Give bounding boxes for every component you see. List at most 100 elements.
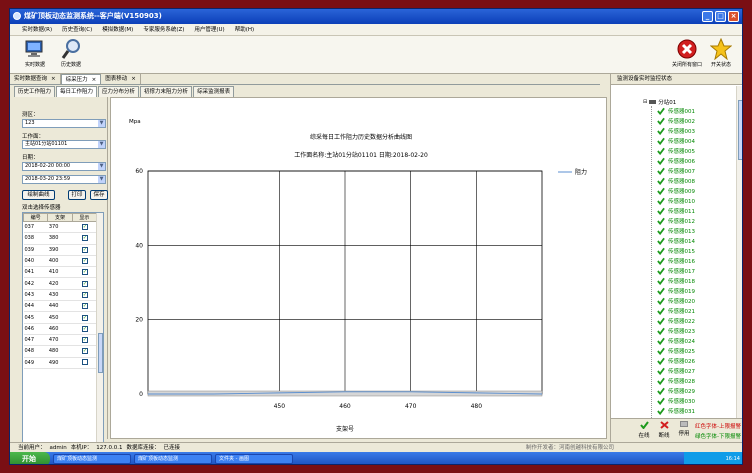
show-checkbox[interactable]: ✓ [81,291,88,298]
show-checkbox[interactable]: ✓ [81,348,88,355]
chevron-down-icon[interactable]: ▼ [98,141,105,148]
tab-close-icon[interactable]: × [131,74,136,84]
tree-item-sensor[interactable]: 传感器015 [657,246,695,256]
start-button[interactable]: 开始 [10,452,50,464]
show-checkbox[interactable]: ✓ [81,303,88,310]
tree-item-sensor[interactable]: 传感器010 [657,196,695,206]
close-all-button[interactable]: 关闭所有窗口 [670,38,704,68]
tree-root-node[interactable]: ⊟ 分站01 [643,98,676,106]
date-end-picker[interactable]: 2018-03-20 23:59 ▼ [22,175,106,184]
chevron-down-icon[interactable]: ▼ [98,120,105,127]
table-row[interactable]: 045 450 ✓ [23,311,97,324]
tree-item-sensor[interactable]: 传感器017 [657,266,695,276]
tree-item-sensor[interactable]: 传感器028 [657,376,695,386]
show-checkbox[interactable]: ✓ [81,337,88,344]
tree-item-sensor[interactable]: 传感器003 [657,126,695,136]
tab-chart-move[interactable]: 图表移动 × [101,74,141,84]
menu-realtime[interactable]: 实时数据(R) [22,24,52,35]
show-checkbox[interactable] [81,358,88,365]
tab-daily-resistance[interactable]: 每日工作阻力 [56,86,98,97]
table-row[interactable]: 037 370 ✓ [23,221,97,234]
tree-item-sensor[interactable]: 传感器011 [657,206,695,216]
table-row[interactable]: 039 390 ✓ [23,244,97,256]
tree-item-sensor[interactable]: 传感器019 [657,286,695,296]
table-scrollbar[interactable] [96,213,103,446]
table-row[interactable]: 046 460 ✓ [23,323,97,335]
cell-show[interactable]: ✓ [72,311,97,324]
maximize-button[interactable]: □ [715,11,726,22]
cell-show[interactable]: ✓ [72,300,97,313]
show-checkbox[interactable]: ✓ [81,224,88,231]
menu-user[interactable]: 用户管理(U) [194,24,224,35]
tree-item-sensor[interactable]: 传感器027 [657,366,695,376]
show-checkbox[interactable]: ✓ [81,235,88,242]
scrollbar-thumb[interactable] [738,100,742,160]
table-row[interactable]: 041 410 ✓ [23,266,97,279]
tab-fully-mechanized-pressure[interactable]: 综采压力 × [60,74,102,84]
tree-item-sensor[interactable]: 传感器023 [657,326,695,336]
save-button[interactable]: 保存 [90,190,108,200]
switch-state-button[interactable]: 开关状态 [704,38,738,68]
tree-item-sensor[interactable]: 传感器021 [657,306,695,316]
cell-show[interactable]: ✓ [72,345,97,358]
scrollbar-thumb[interactable] [98,333,103,373]
show-checkbox[interactable]: ✓ [81,269,88,276]
realtime-data-button[interactable]: 实时数据 [18,38,52,68]
history-data-button[interactable]: 历史数据 [54,38,88,68]
table-row[interactable]: 048 480 ✓ [23,345,97,358]
tree-item-sensor[interactable]: 传感器013 [657,226,695,236]
tab-realtime-query[interactable]: 实时数据查询 × [10,74,61,84]
tab-close-icon[interactable]: × [51,74,56,84]
cell-show[interactable]: ✓ [72,334,97,347]
tree-item-sensor[interactable]: 传感器005 [657,146,695,156]
area-select[interactable]: 123 ▼ [22,119,106,128]
tree-item-sensor[interactable]: 传感器006 [657,156,695,166]
menu-help[interactable]: 帮助(H) [235,24,254,35]
tree-item-sensor[interactable]: 传感器001 [657,106,695,116]
show-checkbox[interactable]: ✓ [81,246,88,253]
tree-scrollbar[interactable] [736,86,742,419]
tree-item-sensor[interactable]: 传感器026 [657,356,695,366]
chevron-down-icon[interactable]: ▼ [98,163,105,170]
taskbar-item[interactable]: 煤矿顶板动态监测 [53,454,131,464]
tree-item-sensor[interactable]: 传感器007 [657,166,695,176]
col-header-id[interactable]: 编号 [23,213,49,222]
tree-item-sensor[interactable]: 传感器020 [657,296,695,306]
face-select[interactable]: 主站01分站01101 ▼ [22,140,106,149]
cell-show[interactable]: ✓ [72,323,97,335]
cell-show[interactable]: ✓ [72,255,97,268]
tree-item-sensor[interactable]: 传感器014 [657,236,695,246]
tab-history-resistance[interactable]: 历史工作阻力 [14,86,56,97]
tree-item-sensor[interactable]: 传感器009 [657,186,695,196]
tree-item-sensor[interactable]: 传感器016 [657,256,695,266]
tree-item-sensor[interactable]: 传感器031 [657,406,695,416]
chevron-down-icon[interactable]: ▼ [98,176,105,183]
tab-setting-force[interactable]: 初撑力末阻力分析 [140,86,193,97]
menu-simulate[interactable]: 模拟数据(M) [102,24,133,35]
table-row[interactable]: 044 440 ✓ [23,300,97,313]
cell-show[interactable]: ✓ [72,221,97,234]
table-row[interactable]: 043 430 ✓ [23,289,97,302]
tree-item-sensor[interactable]: 传感器025 [657,346,695,356]
tree-item-sensor[interactable]: 传感器030 [657,396,695,406]
cell-show[interactable]: ✓ [72,232,97,245]
show-checkbox[interactable]: ✓ [81,325,88,332]
taskbar-item[interactable]: 煤矿顶板动态监测 [134,454,212,464]
show-checkbox[interactable]: ✓ [81,258,88,265]
table-row[interactable]: 038 380 ✓ [23,232,97,245]
table-row[interactable]: 047 470 ✓ [23,334,97,347]
tab-close-icon[interactable]: × [92,75,97,84]
table-row[interactable]: 040 400 ✓ [23,255,97,268]
menu-history[interactable]: 历史查询(C) [62,24,92,35]
cell-show[interactable]: ✓ [72,266,97,279]
close-button[interactable]: × [728,11,739,22]
tree-item-sensor[interactable]: 传感器018 [657,276,695,286]
taskbar-item[interactable]: 文件夹 - 画图 [215,454,293,464]
cell-show[interactable]: ✓ [72,244,97,256]
date-start-picker[interactable]: 2018-02-20 00:00 ▼ [22,162,106,171]
col-header-support[interactable]: 支架 [47,213,73,222]
cell-show[interactable]: ✓ [72,289,97,302]
minimize-button[interactable]: _ [702,11,713,22]
draw-curve-button[interactable]: 绘制曲线 [22,190,55,200]
table-row[interactable]: 049 490 [23,357,97,369]
